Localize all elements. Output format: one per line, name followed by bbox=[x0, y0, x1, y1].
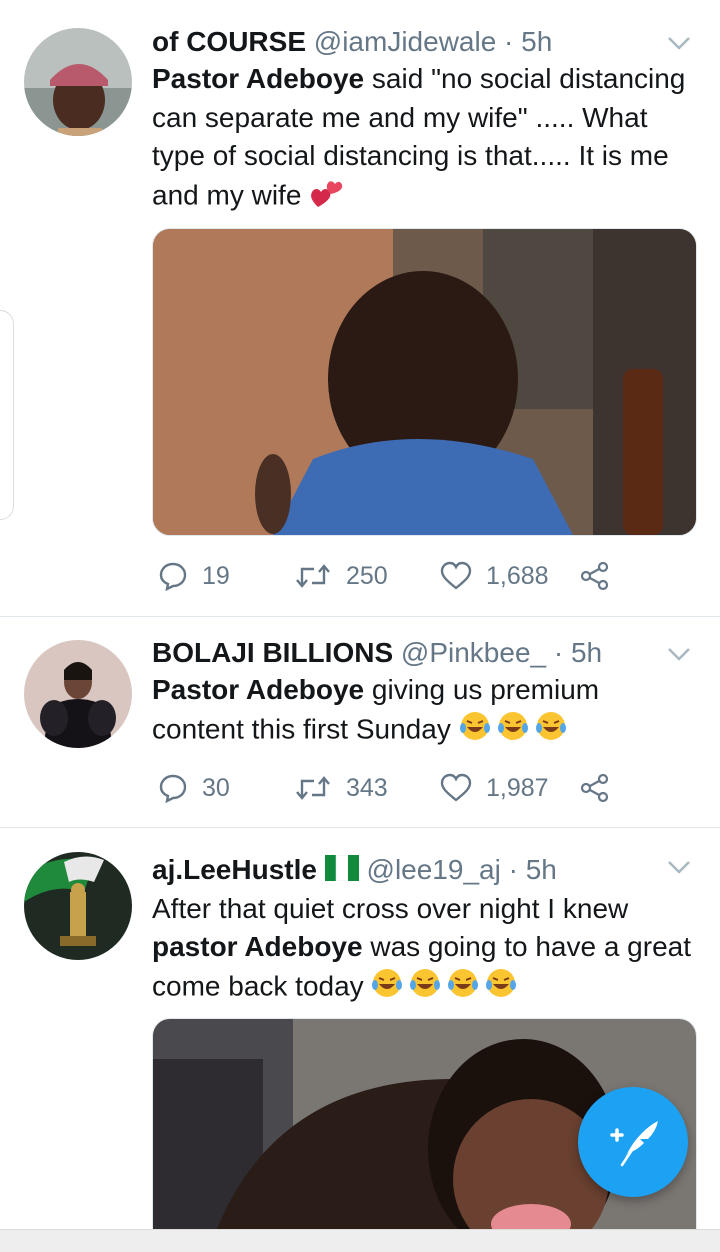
share-icon bbox=[580, 773, 609, 803]
chevron-down-icon[interactable] bbox=[666, 641, 692, 667]
tweet-image[interactable] bbox=[152, 228, 697, 536]
reply-icon bbox=[159, 774, 187, 803]
share-action[interactable] bbox=[580, 768, 610, 808]
tweet-header: aj.LeeHustle @lee19_aj · 5h bbox=[152, 852, 697, 890]
nigeria-flag-icon bbox=[324, 854, 359, 890]
two-hearts-emoji-icon bbox=[309, 176, 343, 219]
handle-time[interactable]: @Pinkbee_ · 5h bbox=[401, 637, 602, 668]
bold-mention: Pastor Adeboye bbox=[152, 674, 365, 705]
tweet-header: BOLAJI BILLIONS @Pinkbee_ · 5h bbox=[152, 635, 697, 671]
tweet-2-actions: 30 343 1,987 bbox=[152, 768, 622, 808]
heart-icon bbox=[440, 561, 472, 590]
handle-time[interactable]: @iamJidewale · 5h bbox=[314, 26, 553, 57]
laughing-tears-emoji-icon bbox=[371, 967, 521, 1010]
share-action[interactable] bbox=[580, 556, 610, 596]
display-name[interactable]: of COURSE bbox=[152, 26, 306, 57]
tweet-text: Pastor Adeboye giving us premium content… bbox=[152, 671, 697, 752]
like-action[interactable]: 1,987 bbox=[440, 768, 549, 808]
chevron-down-icon[interactable] bbox=[666, 30, 692, 56]
system-navigation-bar bbox=[0, 1229, 720, 1252]
share-icon bbox=[580, 561, 609, 591]
tweet-1-actions: 19 250 1,688 bbox=[152, 556, 622, 596]
retweet-icon bbox=[296, 776, 330, 800]
compose-feather-icon bbox=[610, 1121, 658, 1167]
like-action[interactable]: 1,688 bbox=[440, 556, 549, 596]
reply-action[interactable]: 19 bbox=[158, 556, 230, 596]
laughing-tears-emoji-icon bbox=[459, 710, 571, 753]
tweet-text: Pastor Adeboye said "no social distancin… bbox=[152, 60, 697, 218]
tweet-text-start: After that quiet cross over night I knew bbox=[152, 892, 629, 924]
tweet-1[interactable]: of COURSE @iamJidewale · 5h Pastor Adebo… bbox=[0, 0, 720, 617]
handle-time[interactable]: @lee19_aj · 5h bbox=[367, 854, 557, 885]
tweet-text: After that quiet cross over night I knew… bbox=[152, 890, 697, 1010]
avatar[interactable] bbox=[24, 640, 132, 748]
compose-tweet-button[interactable] bbox=[578, 1087, 688, 1197]
bold-mention: Pastor Adeboye bbox=[152, 63, 365, 94]
reply-action[interactable]: 30 bbox=[158, 768, 230, 808]
like-count: 1,987 bbox=[486, 773, 549, 802]
retweet-action[interactable]: 343 bbox=[294, 768, 388, 808]
retweet-count: 250 bbox=[346, 561, 388, 590]
retweet-icon bbox=[296, 564, 330, 588]
heart-icon bbox=[440, 773, 472, 802]
display-name[interactable]: aj.LeeHustle bbox=[152, 854, 317, 885]
reply-icon bbox=[159, 562, 187, 591]
avatar[interactable] bbox=[24, 28, 132, 136]
avatar[interactable] bbox=[24, 852, 132, 960]
bold-mention: pastor Adeboye bbox=[152, 931, 363, 963]
like-count: 1,688 bbox=[486, 561, 549, 590]
reply-count: 30 bbox=[202, 773, 230, 802]
chevron-down-icon[interactable] bbox=[666, 854, 692, 880]
retweet-action[interactable]: 250 bbox=[294, 556, 388, 596]
reply-count: 19 bbox=[202, 561, 230, 590]
retweet-count: 343 bbox=[346, 773, 388, 802]
tweet-header: of COURSE @iamJidewale · 5h bbox=[152, 24, 697, 60]
display-name[interactable]: BOLAJI BILLIONS bbox=[152, 637, 393, 668]
